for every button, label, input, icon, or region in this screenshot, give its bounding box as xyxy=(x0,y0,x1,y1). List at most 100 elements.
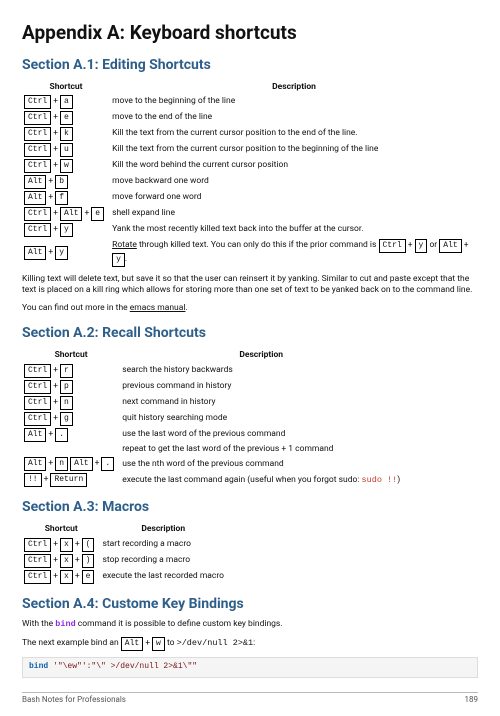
a4-intro: With the bind command it is possible to … xyxy=(22,619,478,630)
key: Alt xyxy=(60,207,82,221)
desc: Rotate through killed text. You can only… xyxy=(110,238,478,268)
key: Ctrl xyxy=(24,207,51,221)
key: e xyxy=(60,111,73,125)
key: Ctrl xyxy=(24,380,51,394)
key: n xyxy=(55,457,68,471)
key: g xyxy=(60,412,73,426)
shortcut: Alt+f xyxy=(22,190,110,206)
key: Ctrl xyxy=(24,143,51,157)
key: y xyxy=(55,246,68,260)
key: Ctrl xyxy=(24,127,51,141)
editing-table: ShortcutDescription Ctrl+amove to the be… xyxy=(22,81,478,268)
key: . xyxy=(55,428,68,442)
key: Alt xyxy=(24,191,46,205)
desc: shell expand line xyxy=(110,206,478,222)
shortcut: Ctrl+x+) xyxy=(22,553,100,569)
key: b xyxy=(55,175,68,189)
key: w xyxy=(60,159,73,173)
shortcut: Ctrl+x+( xyxy=(22,537,100,553)
shortcut: Ctrl+w xyxy=(22,158,110,174)
key: Alt xyxy=(24,428,46,442)
desc: stop recording a macro xyxy=(100,553,226,569)
section-a4-heading: Section A.4: Custome Key Bindings xyxy=(22,595,478,614)
desc: search the history backwards xyxy=(120,363,402,379)
desc: Kill the text from the current cursor po… xyxy=(110,126,478,142)
desc: quit history searching mode xyxy=(120,411,402,427)
shortcut: Ctrl+r xyxy=(22,363,120,379)
section-a2-heading: Section A.2: Recall Shortcuts xyxy=(22,324,478,343)
shortcut: Ctrl+k xyxy=(22,126,110,142)
key: Alt xyxy=(70,457,92,471)
desc: previous command in history xyxy=(120,379,402,395)
shortcut: Ctrl+y xyxy=(22,222,110,238)
code-block: bind '"\ew"':"\" >/dev/null 2>&1\"" xyxy=(22,657,478,678)
key: k xyxy=(60,127,73,141)
key: Alt xyxy=(24,457,46,471)
recall-table: ShortcutDescription Ctrl+rsearch the his… xyxy=(22,349,402,488)
desc: Yank the most recently killed text back … xyxy=(110,222,478,238)
key: x xyxy=(60,554,73,568)
key: Ctrl xyxy=(24,111,51,125)
key: Ctrl xyxy=(24,364,51,378)
key: x xyxy=(60,570,73,584)
th-shortcut: Shortcut xyxy=(22,81,110,94)
key: Ctrl xyxy=(24,223,51,237)
shortcut: Ctrl+a xyxy=(22,94,110,110)
key: Ctrl xyxy=(24,554,51,568)
key: !! xyxy=(24,473,42,487)
key: p xyxy=(60,380,73,394)
key: w xyxy=(152,637,165,651)
a4-example: The next example bind an Alt+w to >/dev/… xyxy=(22,637,478,651)
section-a3-heading: Section A.3: Macros xyxy=(22,498,478,517)
shortcut: Ctrl+n xyxy=(22,395,120,411)
key: f xyxy=(55,191,68,205)
key: x xyxy=(60,538,73,552)
desc: move backward one word xyxy=(110,174,478,190)
desc: move to the end of the line xyxy=(110,110,478,126)
page-title: Appendix A: Keyboard shortcuts xyxy=(22,20,478,46)
key: Ctrl xyxy=(24,396,51,410)
desc: move to the beginning of the line xyxy=(110,94,478,110)
section-a1-heading: Section A.1: Editing Shortcuts xyxy=(22,56,478,75)
key: Alt xyxy=(121,637,143,651)
shortcut: Ctrl+p xyxy=(22,379,120,395)
key: ( xyxy=(82,538,95,552)
macros-table: ShortcutDescription Ctrl+x+(start record… xyxy=(22,523,226,584)
desc: move forward one word xyxy=(110,190,478,206)
key: e xyxy=(82,570,95,584)
shortcut: Ctrl+e xyxy=(22,110,110,126)
key: Ctrl xyxy=(379,239,406,253)
editing-note: Killing text will delete text, but save … xyxy=(22,274,478,297)
emacs-manual-link[interactable]: emacs manual xyxy=(130,303,186,313)
key: Ctrl xyxy=(24,412,51,426)
key: u xyxy=(60,143,73,157)
key: Alt xyxy=(24,246,46,260)
page-footer: Bash Notes for Professionals 189 xyxy=(22,692,478,706)
editing-more: You can find out more in the emacs manua… xyxy=(22,303,478,314)
key: a xyxy=(60,95,73,109)
shortcut: Alt+. xyxy=(22,427,120,443)
shortcut: Ctrl+Alt+e xyxy=(22,206,110,222)
key: y xyxy=(415,239,428,253)
key: Ctrl xyxy=(24,95,51,109)
key: n xyxy=(60,396,73,410)
desc: Kill the text from the current cursor po… xyxy=(110,142,478,158)
shortcut: Ctrl+u xyxy=(22,142,110,158)
shortcut: Ctrl+g xyxy=(22,411,120,427)
shortcut: Alt+b xyxy=(22,174,110,190)
key: y xyxy=(112,253,125,267)
shortcut: Ctrl+x+e xyxy=(22,569,100,585)
key: . xyxy=(101,457,114,471)
desc: start recording a macro xyxy=(100,537,226,553)
desc: use the last word of the previous comman… xyxy=(120,427,402,443)
key: ) xyxy=(82,554,95,568)
key: r xyxy=(60,364,73,378)
th-description: Description xyxy=(110,81,478,94)
key: y xyxy=(60,223,73,237)
key: Alt xyxy=(24,175,46,189)
key: Ctrl xyxy=(24,538,51,552)
key: Return xyxy=(50,473,87,487)
key: Alt xyxy=(439,239,461,253)
desc: Kill the word behind the current cursor … xyxy=(110,158,478,174)
desc: execute the last recorded macro xyxy=(100,569,226,585)
